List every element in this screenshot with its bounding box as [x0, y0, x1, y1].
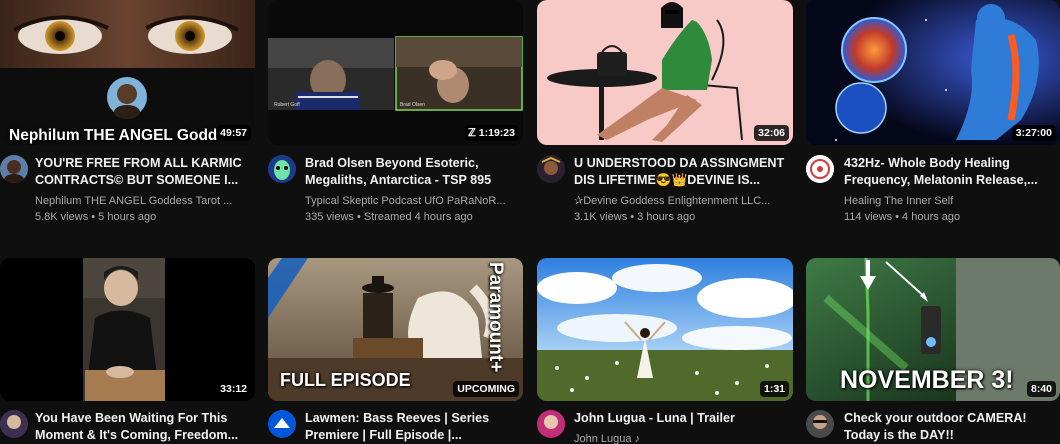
video-title-line2[interactable]: Premiere | Full Episode |...: [305, 427, 525, 444]
video-card[interactable]: NOVEMBER 3! 8:40 Check your outdoor CAME…: [806, 258, 1060, 444]
video-duration: 1:31: [759, 381, 789, 397]
video-duration: ℤ 1:19:23: [464, 125, 519, 141]
channel-avatar[interactable]: [0, 155, 28, 183]
channel-avatar[interactable]: [537, 155, 565, 183]
video-title-line1[interactable]: Brad Olsen Beyond Esoteric,: [305, 155, 525, 173]
video-stats: 3.1K views • 3 hours ago: [574, 211, 696, 223]
video-thumbnail[interactable]: 1:31: [537, 258, 793, 401]
video-card[interactable]: FULL EPISODE Paramount+ UPCOMING Lawmen:…: [268, 258, 526, 444]
channel-name[interactable]: Healing The Inner Self: [844, 194, 1060, 208]
video-thumbnail[interactable]: 3:27:00: [806, 0, 1060, 145]
video-title-line2[interactable]: Today is the DAY!!: [844, 427, 1060, 444]
channel-avatar[interactable]: [806, 410, 834, 438]
channel-avatar[interactable]: [268, 155, 296, 183]
channel-avatar[interactable]: [0, 410, 28, 438]
live-replay-icon: ℤ: [468, 127, 479, 139]
video-title-line2[interactable]: Moment & It's Coming, Freedom...: [35, 427, 255, 444]
video-card[interactable]: Nephilum THE ANGEL Godd 49:57 YOU'RE FRE…: [0, 0, 258, 230]
video-title-line2[interactable]: Megaliths, Antarctica - TSP 895: [305, 172, 525, 190]
video-card[interactable]: 32:06 U UNDERSTOOD DA ASSINGMENT DIS LIF…: [537, 0, 795, 230]
video-title-line1[interactable]: Lawmen: Bass Reeves | Series: [305, 410, 525, 428]
video-stats: 5.8K views • 5 hours ago: [35, 211, 157, 223]
video-card[interactable]: 33:12 You Have Been Waiting For This Mom…: [0, 258, 258, 444]
video-card[interactable]: 1:31 John Lugua - Luna | Trailer John Lu…: [537, 258, 795, 444]
channel-avatar[interactable]: [268, 410, 296, 438]
video-thumbnail[interactable]: Nephilum THE ANGEL Godd 49:57: [0, 0, 255, 145]
thumbnail-overlay-text: Nephilum THE ANGEL Godd: [9, 127, 218, 144]
channel-name[interactable]: ✰Devine Goddess Enlightenment LLC...: [574, 194, 794, 208]
channel-name[interactable]: Typical Skeptic Podcast UfO PaRaNoR...: [305, 194, 525, 208]
video-thumbnail[interactable]: 32:06: [537, 0, 793, 145]
video-duration: 49:57: [216, 125, 251, 141]
video-upcoming-badge: UPCOMING: [453, 381, 519, 397]
video-duration: 33:12: [216, 381, 251, 397]
svg-text:Robert Goff: Robert Goff: [274, 102, 300, 108]
video-title-line2[interactable]: Frequency, Melatonin Release,...: [844, 172, 1060, 190]
channel-name[interactable]: Nephilum THE ANGEL Goddess Tarot ...: [35, 194, 255, 208]
video-title-line1[interactable]: Check your outdoor CAMERA!: [844, 410, 1060, 428]
thumbnail-overlay-text: FULL EPISODE: [280, 370, 411, 390]
video-duration: 8:40: [1026, 381, 1056, 397]
video-title-line2[interactable]: DIS LIFETIME😎👑DEVINE IS...: [574, 172, 794, 190]
video-thumbnail[interactable]: FULL EPISODE Paramount+ UPCOMING: [268, 258, 523, 401]
video-card[interactable]: 3:27:00 432Hz- Whole Body Healing Freque…: [806, 0, 1060, 230]
video-title-line1[interactable]: YOU'RE FREE FROM ALL KARMIC: [35, 155, 255, 173]
duration-text: 1:19:23: [478, 127, 515, 139]
video-title-line1[interactable]: John Lugua - Luna | Trailer: [574, 410, 794, 428]
channel-avatar[interactable]: [806, 155, 834, 183]
video-thumbnail[interactable]: NOVEMBER 3! 8:40: [806, 258, 1060, 401]
video-duration: 3:27:00: [1011, 125, 1056, 141]
video-thumbnail[interactable]: Robert Goff Brad Olsen ℤ 1:19:23: [268, 0, 523, 145]
video-thumbnail[interactable]: 33:12: [0, 258, 255, 401]
channel-name[interactable]: John Lugua ♪: [574, 432, 794, 444]
video-title-line1[interactable]: You Have Been Waiting For This: [35, 410, 255, 428]
video-stats: 335 views • Streamed 4 hours ago: [305, 211, 473, 223]
thumbnail-overlay-text: NOVEMBER 3!: [840, 366, 1014, 394]
svg-text:Brad Olsen: Brad Olsen: [400, 102, 425, 108]
brand-vertical-text: Paramount+: [485, 262, 506, 373]
video-card[interactable]: Robert Goff Brad Olsen ℤ 1:19:23 Brad Ol…: [268, 0, 526, 230]
video-title-line1[interactable]: U UNDERSTOOD DA ASSINGMENT: [574, 155, 794, 173]
channel-avatar[interactable]: [537, 410, 565, 438]
video-duration: 32:06: [754, 125, 789, 141]
video-stats: 114 views • 4 hours ago: [844, 211, 961, 223]
video-title-line2[interactable]: CONTRACTS© BUT SOMEONE I...: [35, 172, 255, 190]
video-title-line1[interactable]: 432Hz- Whole Body Healing: [844, 155, 1060, 173]
